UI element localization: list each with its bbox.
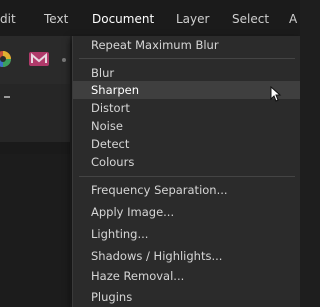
menu-item-label: Shadows / Highlights... <box>91 249 223 263</box>
menu-item-label: Apply Image... <box>91 205 175 219</box>
menu-item-apply-image[interactable]: Apply Image... <box>73 203 300 221</box>
menu-item-label: Plugins <box>91 290 133 304</box>
menu-item-distort[interactable]: Distort <box>73 99 300 117</box>
menu-separator <box>79 176 295 177</box>
menu-arrange[interactable]: A <box>289 0 297 36</box>
menu-item-repeat[interactable]: Repeat Maximum Blur <box>73 36 300 54</box>
menu-select[interactable]: Select <box>232 0 269 36</box>
menu-text[interactable]: Text <box>44 0 68 36</box>
menu-item-colours[interactable]: Colours <box>73 153 300 171</box>
mask-icon[interactable] <box>28 50 50 72</box>
document-menu-dropdown: Repeat Maximum Blur Blur Sharpen Distort… <box>72 36 300 307</box>
panel-divider <box>0 142 70 154</box>
menu-item-shadows-highlights[interactable]: Shadows / Highlights... <box>73 247 300 265</box>
menu-separator <box>79 58 295 59</box>
menu-item-noise[interactable]: Noise <box>73 117 300 135</box>
menu-item-label: Lighting... <box>91 227 149 241</box>
menu-item-label: Repeat Maximum Blur <box>91 38 219 52</box>
menu-item-detect[interactable]: Detect <box>73 135 300 153</box>
menu-item-haze-removal[interactable]: Haze Removal... <box>73 267 300 285</box>
left-panel <box>0 84 70 307</box>
app-window: dit Text Document Layer Select A Repeat … <box>0 0 300 307</box>
toolbar <box>0 36 70 84</box>
mouse-cursor-icon <box>270 85 282 106</box>
menu-item-frequency-separation[interactable]: Frequency Separation... <box>73 181 300 199</box>
menu-item-label: Haze Removal... <box>91 269 185 283</box>
menu-item-label: Frequency Separation... <box>91 183 228 197</box>
color-wheel-icon[interactable] <box>0 50 12 72</box>
menu-item-sharpen[interactable]: Sharpen <box>73 81 300 99</box>
menu-item-plugins[interactable]: Plugins <box>73 288 300 306</box>
menu-edit[interactable]: dit <box>0 0 16 36</box>
menu-item-lighting[interactable]: Lighting... <box>73 225 300 243</box>
panel-header <box>0 84 70 142</box>
menu-bar: dit Text Document Layer Select A <box>0 0 300 36</box>
menu-item-blur[interactable]: Blur <box>73 64 300 82</box>
menu-item-label: Colours <box>91 155 135 169</box>
menu-item-label: Distort <box>91 101 130 115</box>
menu-item-label: Noise <box>91 119 123 133</box>
menu-item-label: Sharpen <box>91 83 140 97</box>
menu-item-label: Detect <box>91 137 130 151</box>
menu-layer[interactable]: Layer <box>176 0 209 36</box>
panel-dash-icon <box>4 96 10 98</box>
overflow-dot-icon <box>62 58 66 62</box>
menu-item-label: Blur <box>91 66 115 80</box>
menu-document[interactable]: Document <box>92 0 154 36</box>
